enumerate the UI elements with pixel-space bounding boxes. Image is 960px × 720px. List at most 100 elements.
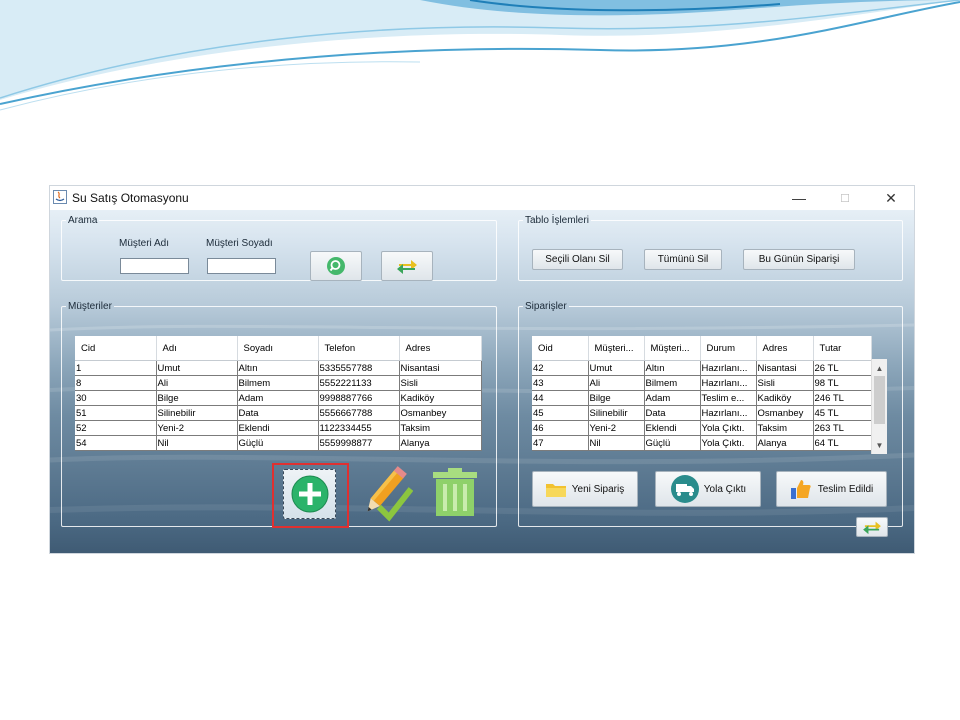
table-cell[interactable]: Alanya — [399, 435, 482, 451]
orders-scrollbar[interactable]: ▲ ▼ — [871, 359, 887, 454]
table-cell[interactable]: 246 TL — [813, 390, 872, 406]
table-cell[interactable]: Yola Çıktı. — [700, 420, 757, 436]
new-order-button[interactable]: Yeni Sipariş — [532, 471, 638, 507]
table-cell[interactable]: Ali — [588, 375, 645, 391]
table-cell[interactable]: Umut — [588, 360, 645, 376]
column-header[interactable]: Müşteri... — [644, 336, 701, 361]
table-cell[interactable]: Silinebilir — [588, 405, 645, 421]
table-cell[interactable]: Eklendi — [644, 420, 701, 436]
table-cell[interactable]: Adam — [237, 390, 319, 406]
table-cell[interactable]: Teslim e... — [700, 390, 757, 406]
table-cell[interactable]: Nisantasi — [756, 360, 814, 376]
last-name-input[interactable] — [207, 258, 276, 274]
table-cell[interactable]: Hazırlanı... — [700, 405, 757, 421]
column-header[interactable]: Adı — [156, 336, 238, 361]
table-cell[interactable]: 5559998877 — [318, 435, 400, 451]
table-cell[interactable]: 51 — [75, 405, 157, 421]
table-cell[interactable]: Bilge — [588, 390, 645, 406]
table-cell[interactable]: 45 TL — [813, 405, 872, 421]
table-cell[interactable]: Ali — [156, 375, 238, 391]
table-cell[interactable]: Hazırlanı... — [700, 360, 757, 376]
window-titlebar[interactable]: Su Satış Otomasyonu — ☐ ✕ — [50, 186, 914, 210]
table-cell[interactable]: 26 TL — [813, 360, 872, 376]
table-cell[interactable]: Sisli — [399, 375, 482, 391]
table-cell[interactable]: 64 TL — [813, 435, 872, 451]
edit-customer-button[interactable] — [353, 463, 414, 523]
table-cell[interactable]: Adam — [644, 390, 701, 406]
column-header[interactable]: Adres — [756, 336, 814, 361]
column-header[interactable]: Telefon — [318, 336, 400, 361]
table-cell[interactable]: Eklendi — [237, 420, 319, 436]
table-cell[interactable]: 5552221133 — [318, 375, 400, 391]
scroll-up-arrow-icon[interactable]: ▲ — [872, 361, 887, 375]
table-cell[interactable]: Nil — [156, 435, 238, 451]
table-cell[interactable]: Yeni-2 — [588, 420, 645, 436]
table-cell[interactable]: 42 — [532, 360, 589, 376]
table-cell[interactable]: 5335557788 — [318, 360, 400, 376]
order-row[interactable]: 42 Umut Altın Hazırlanı... Nisantasi 26 TL — [532, 360, 872, 376]
delivered-button[interactable]: Teslim Edildi — [776, 471, 887, 507]
table-cell[interactable]: Data — [237, 405, 319, 421]
order-row[interactable]: 44 Bilge Adam Teslim e... Kadiköy 246 TL — [532, 390, 872, 406]
order-row[interactable]: 47 Nil Güçlü Yola Çıktı. Alanya 64 TL — [532, 435, 872, 451]
add-customer-button[interactable] — [283, 469, 336, 519]
table-cell[interactable]: Kadiköy — [399, 390, 482, 406]
table-cell[interactable]: 1122334455 — [318, 420, 400, 436]
close-button[interactable]: ✕ — [868, 186, 914, 210]
table-cell[interactable]: 30 — [75, 390, 157, 406]
table-cell[interactable]: 45 — [532, 405, 589, 421]
table-cell[interactable]: Bilmem — [644, 375, 701, 391]
order-row[interactable]: 43 Ali Bilmem Hazırlanı... Sisli 98 TL — [532, 375, 872, 391]
table-cell[interactable]: Umut — [156, 360, 238, 376]
refresh-orders-button[interactable] — [856, 517, 888, 537]
delete-all-button[interactable]: Tümünü Sil — [644, 249, 722, 270]
table-cell[interactable]: Altın — [237, 360, 319, 376]
orders-table[interactable]: Oid Müşteri... Müşteri... Durum Adres Tutar 4… — [532, 336, 872, 451]
table-cell[interactable]: 44 — [532, 390, 589, 406]
table-cell[interactable]: Bilge — [156, 390, 238, 406]
todays-orders-button[interactable]: Bu Günün Siparişi — [743, 249, 855, 270]
first-name-input[interactable] — [120, 258, 189, 274]
customer-row[interactable]: 54 Nil Güçlü 5559998877 Alanya — [75, 435, 482, 451]
order-row[interactable]: 46 Yeni-2 Eklendi Yola Çıktı. Taksim 263 TL — [532, 420, 872, 436]
table-cell[interactable]: 54 — [75, 435, 157, 451]
table-cell[interactable]: 263 TL — [813, 420, 872, 436]
refresh-search-button[interactable] — [381, 251, 433, 281]
column-header[interactable]: Durum — [700, 336, 757, 361]
column-header[interactable]: Oid — [532, 336, 589, 361]
table-cell[interactable]: Sisli — [756, 375, 814, 391]
table-cell[interactable]: 8 — [75, 375, 157, 391]
search-button[interactable] — [310, 251, 362, 281]
table-cell[interactable]: Osmanbey — [399, 405, 482, 421]
table-cell[interactable]: Taksim — [399, 420, 482, 436]
customer-row[interactable]: 30 Bilge Adam 9998887766 Kadiköy — [75, 390, 482, 406]
table-cell[interactable]: Güçlü — [237, 435, 319, 451]
table-cell[interactable]: Kadiköy — [756, 390, 814, 406]
on-the-way-button[interactable]: Yola Çıktı — [655, 471, 761, 507]
minimize-button[interactable]: — — [776, 186, 822, 210]
table-cell[interactable]: Nil — [588, 435, 645, 451]
delete-customer-button[interactable] — [430, 468, 480, 516]
customer-row[interactable]: 8 Ali Bilmem 5552221133 Sisli — [75, 375, 482, 391]
column-header[interactable]: Cid — [75, 336, 157, 361]
order-row[interactable]: 45 Silinebilir Data Hazırlanı... Osmanbey 45 … — [532, 405, 872, 421]
table-cell[interactable]: Altın — [644, 360, 701, 376]
table-cell[interactable]: Silinebilir — [156, 405, 238, 421]
scroll-thumb[interactable] — [874, 376, 885, 424]
table-cell[interactable]: Taksim — [756, 420, 814, 436]
table-cell[interactable]: Nisantasi — [399, 360, 482, 376]
table-cell[interactable]: 43 — [532, 375, 589, 391]
table-cell[interactable]: Bilmem — [237, 375, 319, 391]
table-cell[interactable]: 5556667788 — [318, 405, 400, 421]
column-header[interactable]: Adres — [399, 336, 482, 361]
maximize-button[interactable]: ☐ — [822, 186, 868, 210]
customer-row[interactable]: 52 Yeni-2 Eklendi 1122334455 Taksim — [75, 420, 482, 436]
column-header[interactable]: Müşteri... — [588, 336, 645, 361]
table-cell[interactable]: 1 — [75, 360, 157, 376]
table-cell[interactable]: 9998887766 — [318, 390, 400, 406]
table-cell[interactable]: Yeni-2 — [156, 420, 238, 436]
table-cell[interactable]: 52 — [75, 420, 157, 436]
scroll-down-arrow-icon[interactable]: ▼ — [872, 438, 887, 452]
table-cell[interactable]: Osmanbey — [756, 405, 814, 421]
column-header[interactable]: Tutar — [813, 336, 872, 361]
